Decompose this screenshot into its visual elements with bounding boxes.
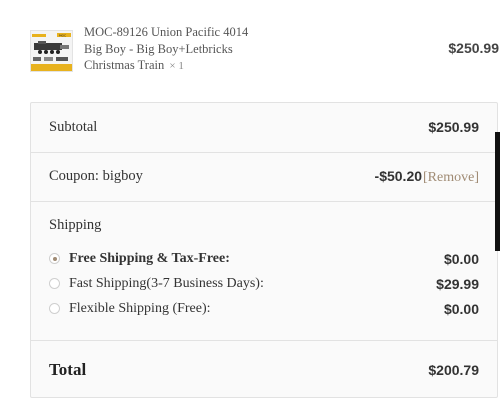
- remove-coupon-link[interactable]: [Remove]: [423, 170, 479, 185]
- coupon-label: Coupon: bigboy: [49, 168, 143, 184]
- shipping-option-fast[interactable]: Fast Shipping(3-7 Business Days): $29.99: [49, 276, 479, 294]
- product-name-line2: Big Boy - Big Boy+Letbricks: [84, 41, 233, 56]
- coupon-value-group: -$50.20[Remove]: [375, 168, 479, 186]
- svg-text:MOC: MOC: [59, 34, 66, 38]
- total-label: Total: [49, 360, 87, 379]
- total-row: Total $200.79: [31, 340, 497, 397]
- shipping-option-price: $0.00: [443, 251, 479, 267]
- product-price: $250.99: [448, 40, 499, 56]
- coupon-discount: -$50.20: [374, 168, 423, 184]
- total-value: $200.79: [428, 362, 479, 378]
- product-thumbnail[interactable]: MOC: [30, 30, 73, 72]
- train-icon: MOC: [31, 31, 72, 71]
- shipping-option-price: $0.00: [443, 301, 479, 317]
- subtotal-value: $250.99: [428, 119, 479, 135]
- shipping-option-label: Free Shipping & Tax-Free:: [69, 251, 230, 266]
- shipping-option-label: Fast Shipping(3-7 Business Days):: [69, 276, 264, 291]
- shipping-label: Shipping: [49, 217, 102, 233]
- shipping-option-label: Flexible Shipping (Free):: [69, 301, 211, 316]
- shipping-option-free[interactable]: Free Shipping & Tax-Free: $0.00: [49, 251, 479, 269]
- shipping-radio-fast[interactable]: [49, 278, 60, 289]
- shipping-radio-flexible[interactable]: [49, 303, 60, 314]
- product-name-line3: Christmas Train: [84, 58, 165, 72]
- order-summary: Subtotal $250.99 Coupon: bigboy -$50.20[…: [30, 102, 498, 398]
- product-quantity: × 1: [169, 60, 184, 72]
- page-edge-overlay: [495, 132, 500, 251]
- subtotal-row: Subtotal $250.99: [31, 103, 497, 153]
- shipping-option-price: $29.99: [436, 276, 479, 292]
- shipping-radio-free[interactable]: [49, 253, 60, 264]
- coupon-row: Coupon: bigboy -$50.20[Remove]: [31, 152, 497, 202]
- product-name[interactable]: MOC-89126 Union Pacific 4014 Big Boy - B…: [84, 24, 294, 75]
- cart-item: MOC MOC-89126 Union Pacific 4014 Big Boy…: [30, 24, 500, 80]
- shipping-section: Shipping Free Shipping & Tax-Free: $0.00…: [31, 201, 497, 341]
- subtotal-label: Subtotal: [49, 119, 98, 135]
- shipping-option-flexible[interactable]: Flexible Shipping (Free): $0.00: [49, 301, 479, 319]
- product-name-line1: MOC-89126 Union Pacific 4014: [84, 25, 249, 39]
